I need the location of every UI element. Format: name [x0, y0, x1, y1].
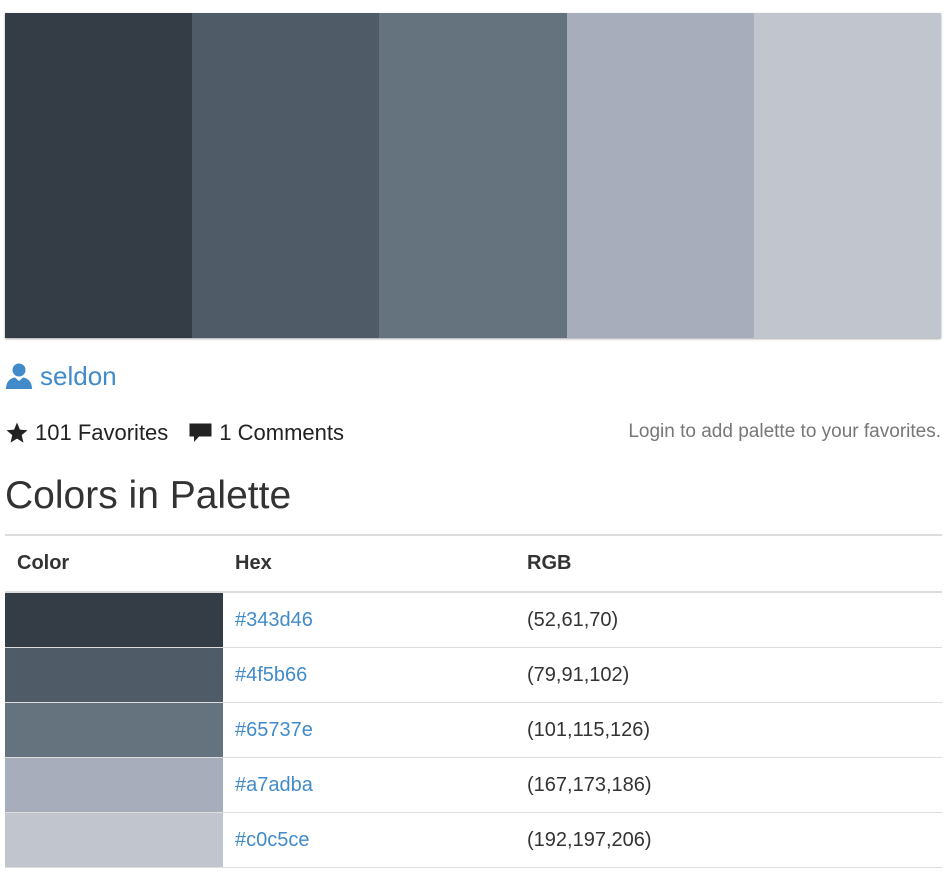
- hex-link[interactable]: #65737e: [235, 719, 313, 741]
- star-icon: [6, 422, 28, 443]
- author-link[interactable]: seldon: [5, 359, 117, 393]
- table-header-row: Color Hex RGB: [5, 534, 942, 593]
- color-swatch: [5, 703, 223, 757]
- color-swatch: [5, 593, 223, 647]
- palette-preview: [5, 13, 942, 338]
- rgb-cell: (167,173,186): [515, 757, 942, 813]
- color-cell: [5, 647, 223, 703]
- hex-cell: #65737e: [223, 702, 515, 758]
- table-row: #a7adba (167,173,186): [5, 757, 942, 813]
- hex-cell: #343d46: [223, 592, 515, 648]
- table-row: #4f5b66 (79,91,102): [5, 647, 942, 703]
- palette-swatch-3: [379, 13, 567, 338]
- favorites-count: 101 Favorites: [35, 420, 169, 445]
- palette-swatch-2: [192, 13, 380, 338]
- hex-link[interactable]: #4f5b66: [235, 664, 307, 686]
- favorites-stat: 101 Favorites: [5, 420, 168, 446]
- hex-cell: #a7adba: [223, 757, 515, 813]
- hex-cell: #c0c5ce: [223, 812, 515, 868]
- login-to-favorite-link[interactable]: Login to add palette to your favorites.: [628, 421, 941, 443]
- palette-swatch-4: [566, 13, 754, 338]
- hex-cell: #4f5b66: [223, 647, 515, 703]
- rgb-cell: (52,61,70): [515, 592, 942, 648]
- color-cell: [5, 812, 223, 868]
- table-row: #c0c5ce (192,197,206): [5, 812, 942, 868]
- comment-icon: [189, 423, 212, 442]
- hex-link[interactable]: #a7adba: [235, 774, 313, 796]
- color-swatch: [5, 758, 223, 812]
- column-header-rgb: RGB: [515, 534, 942, 593]
- user-icon: [6, 363, 32, 389]
- colors-table: Color Hex RGB #343d46 (52,61,70) #4f5b66…: [5, 534, 942, 868]
- hex-link[interactable]: #343d46: [235, 609, 313, 631]
- rgb-cell: (192,197,206): [515, 812, 942, 868]
- table-row: #65737e (101,115,126): [5, 702, 942, 758]
- column-header-color: Color: [5, 534, 223, 593]
- color-swatch: [5, 648, 223, 702]
- hex-link[interactable]: #c0c5ce: [235, 829, 310, 851]
- color-cell: [5, 757, 223, 813]
- rgb-cell: (79,91,102): [515, 647, 942, 703]
- palette-swatch-1: [5, 13, 193, 338]
- section-title: Colors in Palette: [5, 474, 292, 517]
- palette-stats: 101 Favorites 1 Comments: [5, 417, 364, 449]
- author-name: seldon: [40, 360, 117, 391]
- comments-stat: 1 Comments: [188, 420, 344, 446]
- color-cell: [5, 702, 223, 758]
- palette-swatch-5: [753, 13, 942, 338]
- column-header-hex: Hex: [223, 534, 515, 593]
- table-row: #343d46 (52,61,70): [5, 592, 942, 648]
- color-swatch: [5, 813, 223, 867]
- comments-count: 1 Comments: [219, 420, 345, 445]
- color-cell: [5, 592, 223, 648]
- palette-page: seldon 101 Favorites 1 Comments Login to…: [0, 0, 950, 889]
- rgb-cell: (101,115,126): [515, 702, 942, 758]
